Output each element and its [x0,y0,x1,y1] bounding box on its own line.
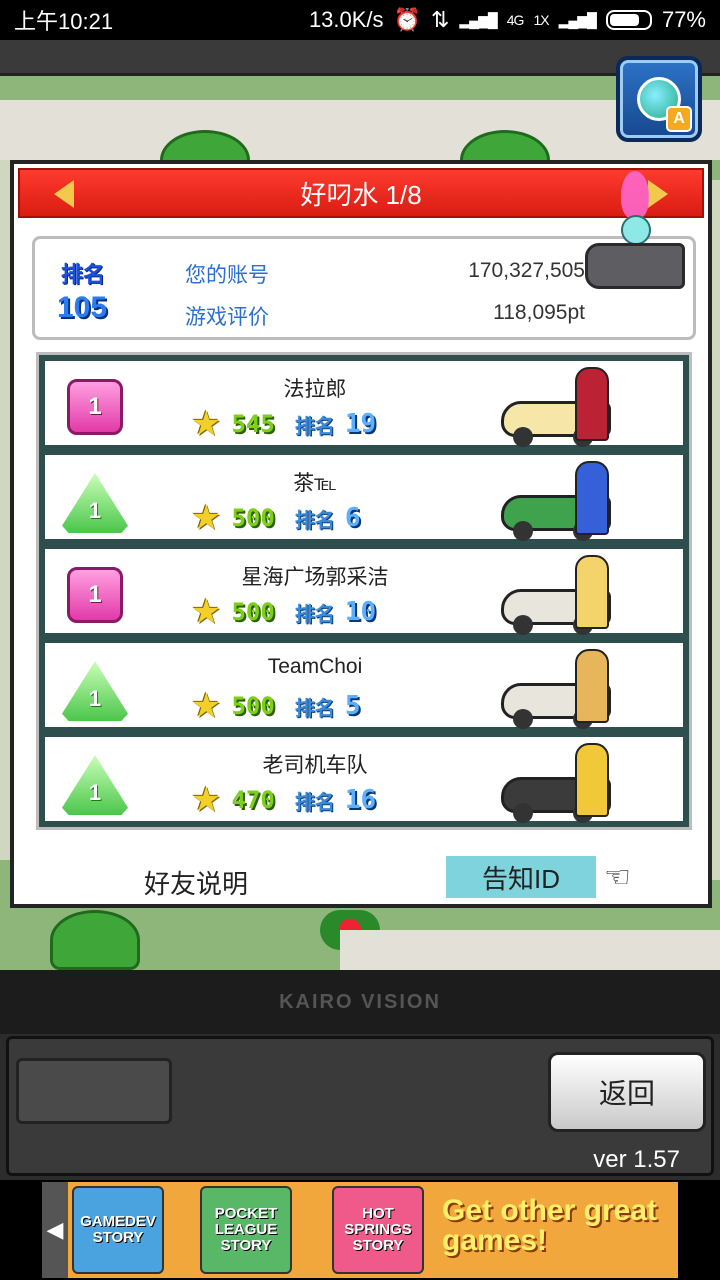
battery-percent: 77% [661,7,706,32]
flame-icon [621,171,649,219]
friend-row[interactable]: 1 TeamChoi ★ 500 排名 5 [42,640,686,730]
network-speed: 13.0K/s [308,7,384,32]
signal-icon-2: ▂▄▆█ [558,11,597,28]
rank-badge-green: 1 [62,473,128,533]
friend-stats: ★ 470 排名 16 [191,783,376,817]
ad-banner[interactable]: ◀ GAMEDEV STORY POCKET LEAGUE STORY HOT … [42,1182,678,1278]
prev-page-arrow-icon[interactable] [54,180,74,208]
tank-body [585,243,685,289]
scene-road [0,100,720,160]
star-icon: ★ [191,405,222,443]
friend-car-avatar [501,555,621,635]
bottom-bar: KAIRO VISION 返回 ver 1.57 [0,970,720,1180]
friend-stats: ★ 500 排名 5 [191,689,361,723]
friend-rank-value: 5 [344,691,361,721]
alarm-icon: ⏰ [393,7,421,32]
rank-value: 105 [57,291,108,324]
rating-label: 游戏评价 [185,306,269,329]
scene-path [340,930,720,970]
status-time: 上午10:21 [14,9,114,34]
signal-icon: ▂▄▆█ [459,11,497,28]
friend-car-avatar [501,461,621,541]
logo-strip: KAIRO VISION [0,970,720,1034]
friend-stats: ★ 545 排名 19 [191,407,376,441]
friend-row[interactable]: 1 星海广场郭采洁 ★ 500 排名 10 [42,546,686,636]
friend-row[interactable]: 1 法拉郎 ★ 545 排名 19 [42,358,686,448]
friend-rank-label: 排名 [294,697,335,720]
player-tank-avatar [581,171,691,299]
notify-id-button[interactable]: 告知ID [446,856,596,898]
back-button[interactable]: 返回 [548,1052,706,1132]
ad-cta[interactable]: Get other great games! [442,1196,672,1256]
friend-rank-label: 排名 [294,509,335,532]
friend-row[interactable]: 1 老司机车队 ★ 470 排名 16 [42,734,686,824]
friend-name: 法拉郎 [283,378,347,401]
friend-car-avatar [501,743,621,823]
panel-title: 好叼水 1/8 [300,179,422,210]
friend-score: 500 [231,692,275,720]
empty-slot [16,1058,172,1124]
status-bar: 上午10:21 13.0K/s ⏰ ⇅ ▂▄▆█ 4G 1X ▂▄▆█ 77% [0,0,720,40]
friend-score: 500 [231,504,275,532]
friend-rank-value: 16 [344,785,377,815]
friend-rank-value: 19 [344,409,377,439]
friend-car-avatar [501,649,621,729]
scene-top-bar [0,40,720,76]
kairo-vision-logo: KAIRO VISION [279,990,441,1013]
friend-name: 星海广场郭采洁 [241,566,389,589]
friend-stats: ★ 500 排名 10 [191,595,376,629]
friend-rank-label: 排名 [294,791,335,814]
friend-stats: ★ 500 排名 6 [191,501,361,535]
version-label: ver 1.57 [593,1146,680,1173]
pointing-hand-icon: ☜ [604,861,631,894]
friend-score: 470 [231,786,275,814]
ranking-panel: 好叼水 1/8 排名 105 您的账号 170,327,505 游戏评价 118… [10,160,712,908]
rank-label: 排名 [61,262,106,287]
friend-rank-label: 排名 [294,415,335,438]
rank-badge-pink: 1 [67,379,123,435]
rank-badge-green: 1 [62,661,128,721]
battery-icon [605,10,652,30]
status-right: 13.0K/s ⏰ ⇅ ▂▄▆█ 4G 1X ▂▄▆█ 77% [309,7,706,33]
friend-rank-value: 10 [344,597,377,627]
avatar-head [621,215,651,245]
scene-tree [50,910,140,970]
star-icon: ★ [191,593,222,631]
friend-rank-label: 排名 [294,603,335,626]
ad-game-hot-springs[interactable]: HOT SPRINGS STORY [332,1186,424,1274]
friend-name: 茶℡ [293,472,337,495]
friend-row[interactable]: 1 茶℡ ★ 500 排名 6 [42,452,686,542]
friend-list: 1 法拉郎 ★ 545 排名 19 1 茶℡ ★ 500 排名 6 1 星海广场… [36,352,692,830]
friend-rank-value: 6 [344,503,361,533]
star-icon: ★ [191,687,222,725]
a-badge-icon: A [666,106,692,132]
friend-score: 545 [231,410,275,438]
star-icon: ★ [191,499,222,537]
rating-value: 118,095pt [493,301,585,324]
sim-type: 1X [533,12,549,28]
ad-game-pocket-league[interactable]: POCKET LEAGUE STORY [200,1186,292,1274]
star-icon: ★ [191,781,222,819]
rank-badge-pink: 1 [67,567,123,623]
friend-name: TeamChoi [267,655,363,678]
player-summary: 排名 105 您的账号 170,327,505 游戏评价 118,095pt [32,171,696,340]
friend-car-avatar [501,367,621,447]
friend-score: 500 [231,598,275,626]
switch-account-button[interactable]: A [616,56,702,142]
account-label: 您的账号 [185,264,269,287]
friend-name: 老司机车队 [262,754,368,777]
rank-badge-green: 1 [62,755,128,815]
friend-info-button[interactable]: 好友说明 [144,864,248,901]
account-value: 170,327,505 [468,259,585,282]
network-type: 4G [506,12,525,28]
ad-prev-icon[interactable]: ◀ [42,1182,68,1278]
data-transfer-icon: ⇅ [430,7,450,32]
ad-game-gamedev[interactable]: GAMEDEV STORY [72,1186,164,1274]
